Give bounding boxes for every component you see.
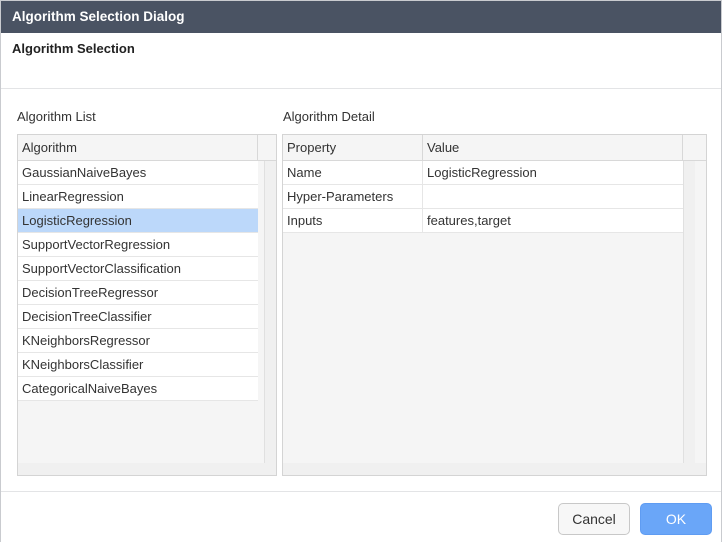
algorithm-name-cell: LinearRegression [22,189,124,204]
value-cell: LogisticRegression [427,165,537,180]
dialog-header: Algorithm Selection [1,33,721,89]
algorithm-name-cell: SupportVectorClassification [22,261,181,276]
property-cell: Inputs [283,209,423,233]
algorithm-list-label: Algorithm List [17,109,96,124]
algorithm-list-header: Algorithm [18,135,276,161]
algorithm-detail-horizontal-scrollbar[interactable] [283,463,706,475]
algorithm-list-row[interactable]: LinearRegression [18,185,258,209]
algorithm-list-row[interactable]: CategoricalNaiveBayes [18,377,258,401]
algorithm-list-row[interactable]: LogisticRegression [18,209,258,233]
algorithm-list-row[interactable]: DecisionTreeRegressor [18,281,258,305]
value-cell [423,185,683,209]
algorithm-list-row[interactable]: SupportVectorRegression [18,233,258,257]
property-cell: Name [283,161,423,185]
detail-row[interactable]: Hyper-Parameters [283,185,683,209]
algorithm-name-cell: GaussianNaiveBayes [22,165,147,180]
dialog-footer: Cancel OK [1,491,721,542]
dialog-heading: Algorithm Selection [12,41,135,56]
algorithm-detail-vertical-scrollbar[interactable] [683,161,695,463]
ok-button[interactable]: OK [640,503,712,535]
algorithm-list-vertical-scrollbar[interactable] [264,161,276,463]
column-header-algorithm[interactable]: Algorithm [18,135,258,161]
detail-row[interactable]: Inputs features,target [283,209,683,233]
property-cell: Hyper-Parameters [283,185,423,209]
algorithm-name-cell: KNeighborsRegressor [22,333,150,348]
algorithm-detail-label: Algorithm Detail [283,109,375,124]
window-title: Algorithm Selection Dialog [1,1,721,33]
algorithm-list-row[interactable]: DecisionTreeClassifier [18,305,258,329]
cancel-button[interactable]: Cancel [558,503,630,535]
algorithm-list-row[interactable]: KNeighborsRegressor [18,329,258,353]
algorithm-detail-header: Property Value [283,135,706,161]
algorithm-list-row[interactable]: KNeighborsClassifier [18,353,258,377]
algorithm-list-row[interactable]: SupportVectorClassification [18,257,258,281]
algorithm-list-row[interactable]: GaussianNaiveBayes [18,161,258,185]
dialog-window: Algorithm Selection Dialog Algorithm Sel… [0,0,722,542]
algorithm-name-cell: KNeighborsClassifier [22,357,144,372]
algorithm-list-horizontal-scrollbar[interactable] [18,463,276,475]
algorithm-detail-grid[interactable]: Property Value Name LogisticRegression Hyp… [282,134,707,476]
algorithm-name-cell: LogisticRegression [22,213,132,228]
value-cell: features,target [427,213,511,228]
algorithm-list-grid[interactable]: Algorithm GaussianNaiveBayes LinearRegres… [17,134,277,476]
column-header-property[interactable]: Property [283,135,423,161]
algorithm-name-cell: SupportVectorRegression [22,237,171,252]
column-header-value[interactable]: Value [423,135,683,161]
algorithm-name-cell: DecisionTreeClassifier [22,309,152,324]
detail-row[interactable]: Name LogisticRegression [283,161,683,185]
algorithm-name-cell: DecisionTreeRegressor [22,285,159,300]
algorithm-name-cell: CategoricalNaiveBayes [22,381,158,396]
